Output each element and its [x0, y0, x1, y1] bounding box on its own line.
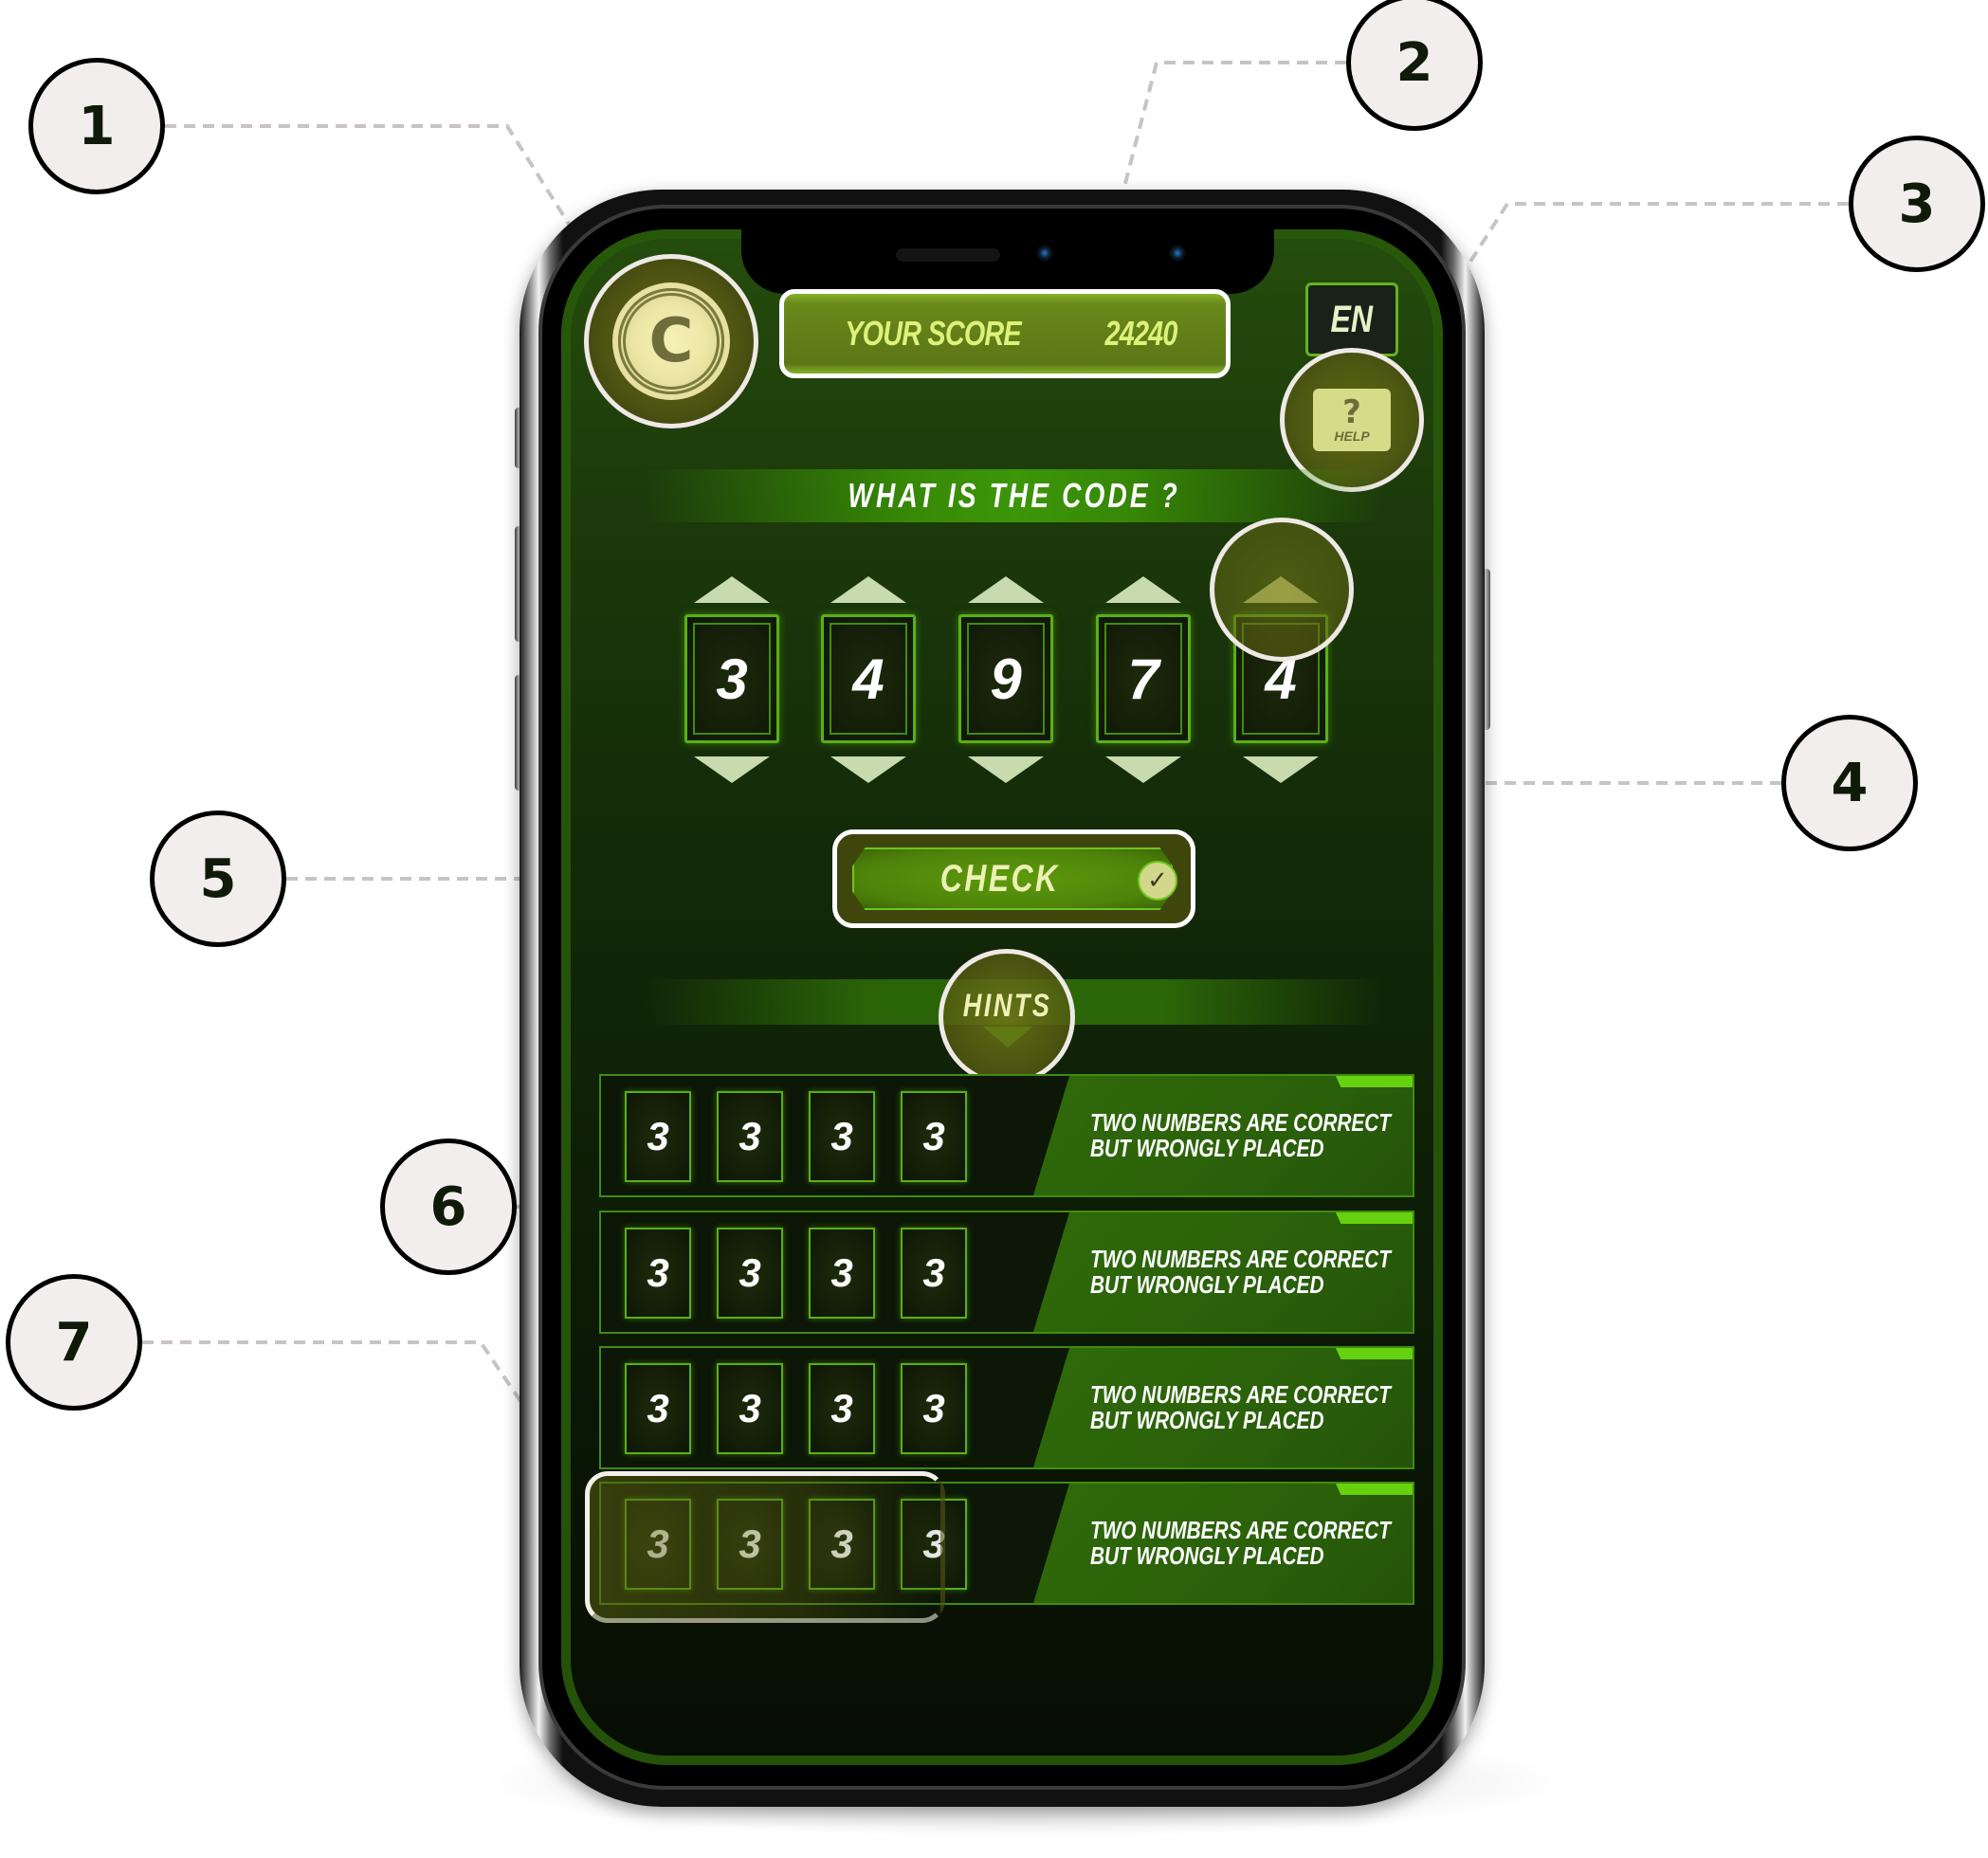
score-label: YOUR SCORE — [845, 314, 1022, 353]
callout-badge-6: 6 — [380, 1138, 517, 1275]
coin-icon: C — [618, 288, 724, 394]
hint-row: 3 3 3 3 TWO NUMBERS ARE CORRECT BUT WRONGLY P… — [599, 1346, 1414, 1469]
code-digit-3: 9 — [958, 614, 1053, 743]
callout-badge-1: 1 — [28, 58, 165, 194]
code-title: WHAT IS THE CODE ? — [848, 476, 1181, 515]
hint-row: 3 3 3 3 TWO NUMBERS ARE CORRECT BUT WRONGLY P… — [599, 1482, 1414, 1605]
hint-digit: 3 — [901, 1091, 967, 1182]
hint-row: 3 3 3 3 TWO NUMBERS ARE CORRECT BUT WRONGLY P… — [599, 1074, 1414, 1197]
increment-arrow-3[interactable] — [968, 576, 1044, 603]
hint-digit: 3 — [717, 1499, 783, 1590]
hint-accent-bar — [1336, 1348, 1413, 1359]
hint-digit: 3 — [625, 1363, 691, 1454]
hint-digit: 3 — [717, 1228, 783, 1319]
decrement-arrow-5[interactable] — [1243, 756, 1319, 783]
hint-digit: 3 — [625, 1228, 691, 1319]
callout-badge-7: 7 — [6, 1274, 142, 1411]
code-digit-2: 4 — [821, 614, 916, 743]
callout-badge-4: 4 — [1781, 715, 1918, 851]
hints-chevron-down-icon — [983, 1027, 1032, 1047]
hint-digit: 3 — [717, 1363, 783, 1454]
arrow-highlight — [1210, 518, 1354, 662]
hint-accent-bar — [1336, 1484, 1413, 1495]
hint-feedback-panel: TWO NUMBERS ARE CORRECT BUT WRONGLY PLACE… — [1033, 1484, 1413, 1603]
code-digit-4: 7 — [1096, 614, 1191, 743]
decrement-arrow-4[interactable] — [1105, 756, 1181, 783]
hint-feedback-panel: TWO NUMBERS ARE CORRECT BUT WRONGLY PLACE… — [1033, 1076, 1413, 1195]
increment-arrow-2[interactable] — [830, 576, 906, 603]
decrement-arrow-3[interactable] — [968, 756, 1044, 783]
hint-digit: 3 — [625, 1091, 691, 1182]
help-label: HELP — [1334, 428, 1370, 444]
earpiece-speaker — [896, 248, 1000, 262]
hint-feedback-text: TWO NUMBERS ARE CORRECT BUT WRONGLY PLACE… — [1090, 1380, 1391, 1434]
callout-badge-3: 3 — [1849, 136, 1985, 272]
checkmark-icon: ✓ — [1138, 861, 1177, 901]
check-label: CHECK — [939, 857, 1060, 900]
hint-digit: 3 — [901, 1499, 967, 1590]
phone-notch — [741, 229, 1274, 294]
hint-digit: 3 — [901, 1228, 967, 1319]
hint-feedback-text: TWO NUMBERS ARE CORRECT BUT WRONGLY PLACE… — [1090, 1108, 1391, 1162]
increment-arrow-4[interactable] — [1105, 576, 1181, 603]
decrement-arrow-1[interactable] — [694, 756, 770, 783]
callout-badge-5: 5 — [150, 811, 286, 947]
front-camera — [1036, 245, 1053, 262]
score-value: 24240 — [1104, 314, 1178, 353]
decrement-arrow-2[interactable] — [830, 756, 906, 783]
hint-feedback-panel: TWO NUMBERS ARE CORRECT BUT WRONGLY PLACE… — [1033, 1348, 1413, 1467]
hint-digit: 3 — [809, 1499, 875, 1590]
check-button[interactable]: CHECK ✓ — [832, 829, 1195, 928]
face-sensor — [1169, 245, 1186, 262]
hint-digit: 3 — [809, 1363, 875, 1454]
hint-digit: 3 — [901, 1363, 967, 1454]
score-display: YOUR SCORE 24240 — [779, 289, 1231, 378]
hint-digit: 3 — [717, 1091, 783, 1182]
hints-toggle[interactable]: HINTS — [939, 949, 1075, 1085]
language-label: EN — [1330, 298, 1374, 340]
callout-badge-2: 2 — [1346, 0, 1483, 131]
help-icon: ? HELP — [1313, 389, 1391, 451]
hints-title: HINTS — [962, 988, 1051, 1024]
increment-arrow-1[interactable] — [694, 576, 770, 603]
hint-digit: 3 — [625, 1499, 691, 1590]
hint-feedback-text: TWO NUMBERS ARE CORRECT BUT WRONGLY PLACE… — [1090, 1245, 1391, 1299]
hint-feedback-panel: TWO NUMBERS ARE CORRECT BUT WRONGLY PLACE… — [1033, 1212, 1413, 1332]
code-digit-1: 3 — [684, 614, 779, 743]
coins-button[interactable]: C — [584, 254, 758, 428]
hint-feedback-text: TWO NUMBERS ARE CORRECT BUT WRONGLY PLACE… — [1090, 1516, 1391, 1570]
hint-accent-bar — [1336, 1212, 1413, 1224]
hint-digit: 3 — [809, 1091, 875, 1182]
language-button[interactable]: EN — [1305, 282, 1398, 356]
code-title-banner: WHAT IS THE CODE ? — [645, 469, 1384, 522]
hint-digit: 3 — [809, 1228, 875, 1319]
hint-accent-bar — [1336, 1076, 1413, 1087]
hint-row: 3 3 3 3 TWO NUMBERS ARE CORRECT BUT WRONGLY P… — [599, 1211, 1414, 1334]
